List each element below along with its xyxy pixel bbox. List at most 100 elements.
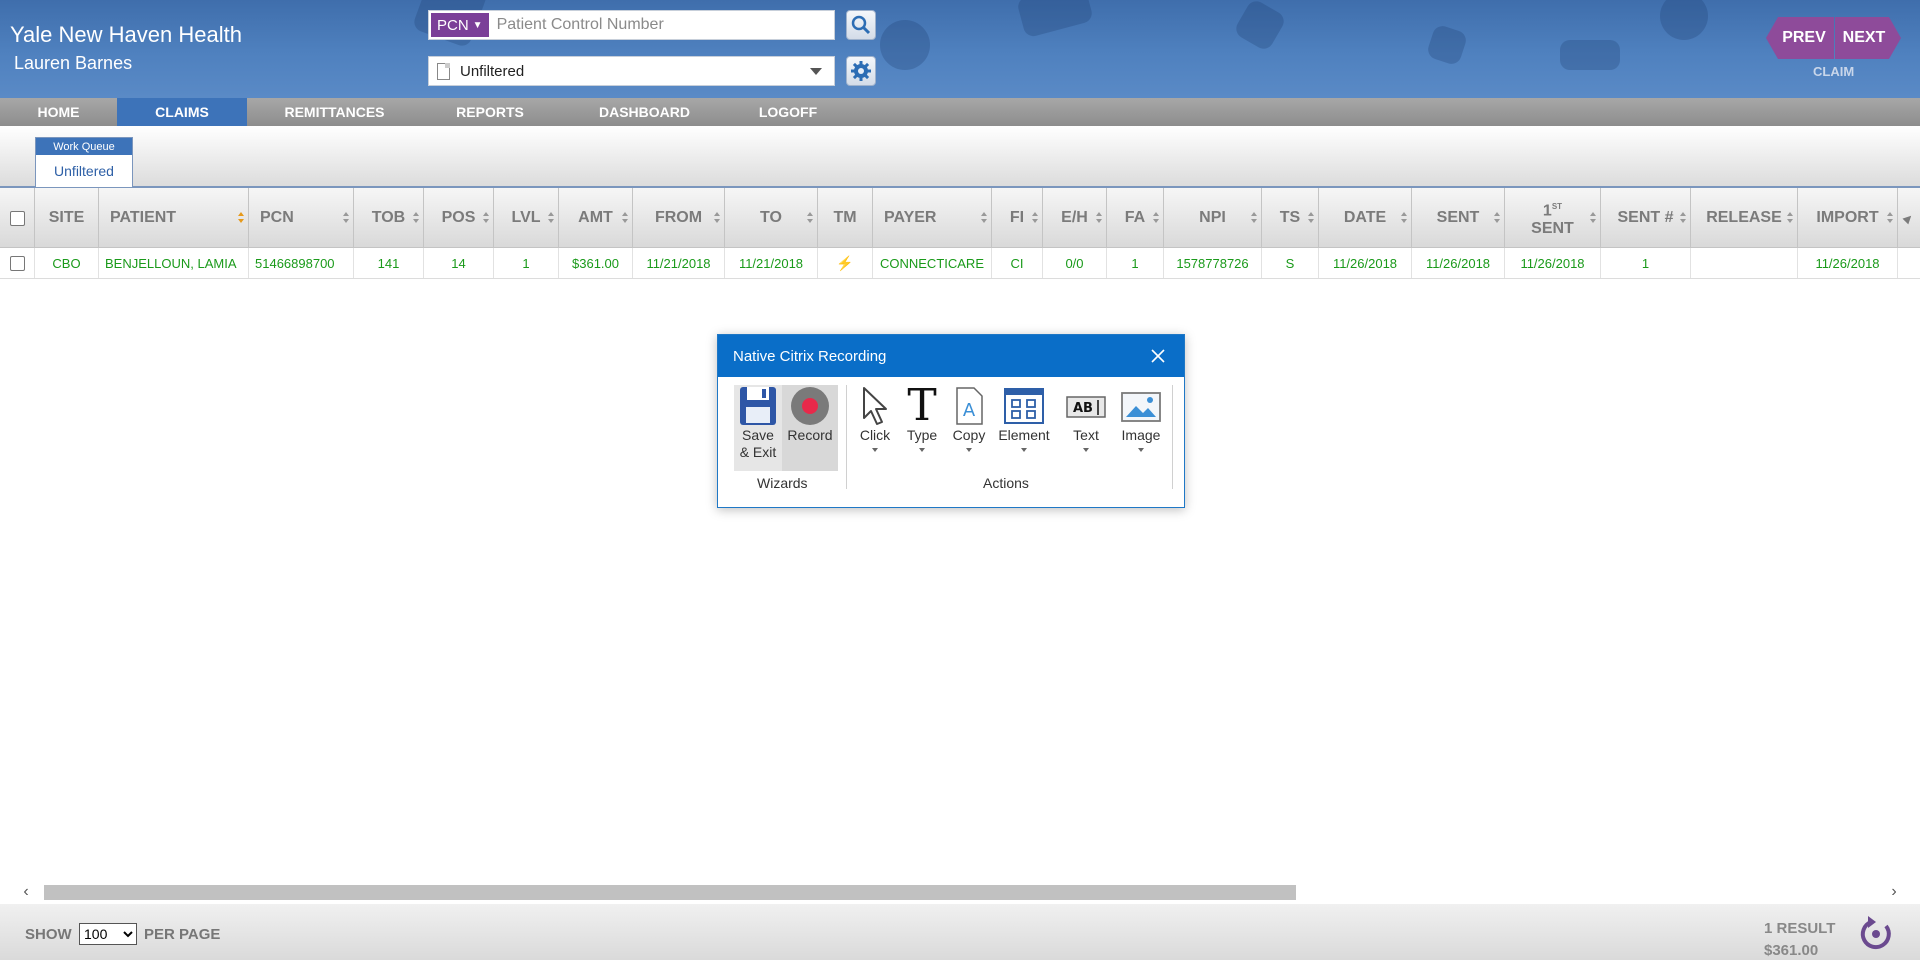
column-header-sent-count[interactable]: SENT # [1601, 188, 1691, 248]
cell-from: 11/21/2018 [633, 248, 725, 278]
menu-item-home[interactable]: HOME [0, 98, 117, 126]
refresh-icon[interactable] [1856, 914, 1896, 954]
text-tool-label: Text [1073, 427, 1099, 443]
filter-settings-button[interactable] [846, 56, 876, 86]
row-checkbox[interactable] [9, 255, 25, 271]
column-header-label: FI [1009, 209, 1025, 226]
search-type-dropdown[interactable]: PCN ▼ [431, 13, 489, 37]
search-input[interactable] [496, 16, 817, 34]
column-header-payer[interactable]: PAYER [873, 188, 992, 248]
type-tool-label: Type [906, 427, 938, 443]
menu-item-reports[interactable]: REPORTS [422, 98, 558, 126]
column-header-label: E/H [1061, 209, 1088, 226]
column-header-tm[interactable]: TM [818, 188, 873, 248]
column-header-site[interactable]: SITE [35, 188, 99, 248]
click-tool-button[interactable]: Click [856, 385, 894, 452]
text-tool-button[interactable]: AB Text [1062, 385, 1110, 452]
cell-tob: 141 [354, 248, 424, 278]
per-page-select[interactable]: 100 [79, 923, 137, 945]
header-decoration [880, 20, 930, 70]
column-header-label: 1ST SENT [1531, 198, 1574, 238]
column-header-eh[interactable]: E/H [1043, 188, 1107, 248]
column-header-pos[interactable]: POS [424, 188, 494, 248]
column-header-amt[interactable]: AMT [559, 188, 633, 248]
scrollbar-thumb[interactable] [44, 885, 1296, 900]
table-row[interactable]: CBO BENJELLOUN, LAMIA 51466898700 141 14… [0, 248, 1920, 279]
column-header-from[interactable]: FROM [633, 188, 725, 248]
column-header-sent[interactable]: SENT [1412, 188, 1505, 248]
column-header-to[interactable]: TO [725, 188, 818, 248]
scroll-right-icon[interactable]: › [1886, 883, 1902, 900]
column-header-fa[interactable]: FA [1107, 188, 1164, 248]
menu-item-remittances[interactable]: REMITTANCES [247, 98, 422, 126]
column-header-pcn[interactable]: PCN [249, 188, 354, 248]
dialog-body: Save & Exit Record Click T Type A Copy E… [718, 377, 1184, 507]
column-header-lvl[interactable]: LVL [494, 188, 559, 248]
column-header-npi[interactable]: NPI [1164, 188, 1262, 248]
element-tool-button[interactable]: Element [996, 385, 1052, 452]
image-tool-label: Image [1121, 427, 1161, 443]
cell-tm: ⚡ [818, 248, 873, 278]
lightning-icon: ⚡ [836, 254, 854, 271]
column-header-ts[interactable]: TS [1262, 188, 1319, 248]
cell-site: CBO [35, 248, 99, 278]
type-tool-button[interactable]: T Type [902, 384, 942, 452]
image-tool-button[interactable]: Image [1116, 385, 1166, 452]
sort-icon [1153, 212, 1159, 224]
column-header-first-sent[interactable]: 1ST SENT [1505, 188, 1601, 248]
record-button[interactable]: Record [782, 385, 838, 471]
column-header-label: TO [760, 209, 782, 226]
result-total: $361.00 [1764, 942, 1819, 959]
work-queue-label: Work Queue [36, 138, 132, 155]
cell-to: 11/21/2018 [725, 248, 818, 278]
select-all-checkbox[interactable] [9, 210, 25, 226]
column-header-patient[interactable]: PATIENT [99, 188, 249, 248]
first-sent-word: SENT [1531, 220, 1574, 238]
search-button[interactable] [846, 10, 876, 40]
copy-document-icon: A [956, 387, 983, 425]
column-header-overflow: ▲ [1898, 188, 1920, 248]
column-header-tob[interactable]: TOB [354, 188, 424, 248]
dialog-title-bar: Native Citrix Recording [718, 335, 1184, 377]
column-header-label: TS [1279, 209, 1301, 226]
sort-icon [1887, 212, 1893, 224]
sort-icon [1308, 212, 1314, 224]
menu-item-dashboard[interactable]: DASHBOARD [558, 98, 731, 126]
gear-icon [851, 61, 871, 81]
main-menu: HOME CLAIMS REMITTANCES REPORTS DASHBOAR… [0, 98, 1920, 126]
horizontal-scrollbar[interactable]: ‹ › [0, 880, 1920, 904]
cell-ts: S [1262, 248, 1319, 278]
column-header-label: PAYER [884, 209, 937, 226]
element-grid-icon [1004, 388, 1044, 424]
tab-work-queue[interactable]: Work Queue Unfiltered [35, 137, 133, 187]
sort-icon [548, 212, 554, 224]
column-header-fi[interactable]: FI [992, 188, 1043, 248]
click-tool-label: Click [859, 427, 891, 443]
scroll-left-icon[interactable]: ‹ [18, 883, 34, 900]
first-sent-number: 1 [1542, 202, 1552, 220]
close-icon[interactable] [1148, 346, 1168, 366]
save-exit-button[interactable]: Save & Exit [734, 385, 782, 471]
sort-icon [413, 212, 419, 224]
sort-icon [1590, 212, 1596, 224]
sort-icon [1787, 212, 1793, 224]
cursor-icon [863, 387, 887, 425]
menu-item-claims[interactable]: CLAIMS [117, 98, 247, 126]
column-header-label: POS [441, 209, 476, 226]
column-header-date[interactable]: DATE [1319, 188, 1412, 248]
filter-select[interactable]: Unfiltered [428, 56, 835, 86]
menu-item-logoff[interactable]: LOGOFF [731, 98, 845, 126]
cell-eh: 0/0 [1043, 248, 1107, 278]
cell-fa: 1 [1107, 248, 1164, 278]
column-header-import[interactable]: IMPORT [1798, 188, 1898, 248]
sort-icon [1494, 212, 1500, 224]
copy-tool-button[interactable]: A Copy [949, 385, 989, 452]
svg-text:AB: AB [1073, 401, 1093, 416]
column-header-label: AMT [578, 209, 613, 226]
sort-icon [981, 212, 987, 224]
header-decoration [1660, 0, 1708, 40]
prev-button[interactable]: PREV [1766, 17, 1834, 59]
next-button[interactable]: NEXT [1835, 17, 1901, 59]
cell-sent: 11/26/2018 [1412, 248, 1505, 278]
column-header-release[interactable]: RELEASE [1691, 188, 1798, 248]
